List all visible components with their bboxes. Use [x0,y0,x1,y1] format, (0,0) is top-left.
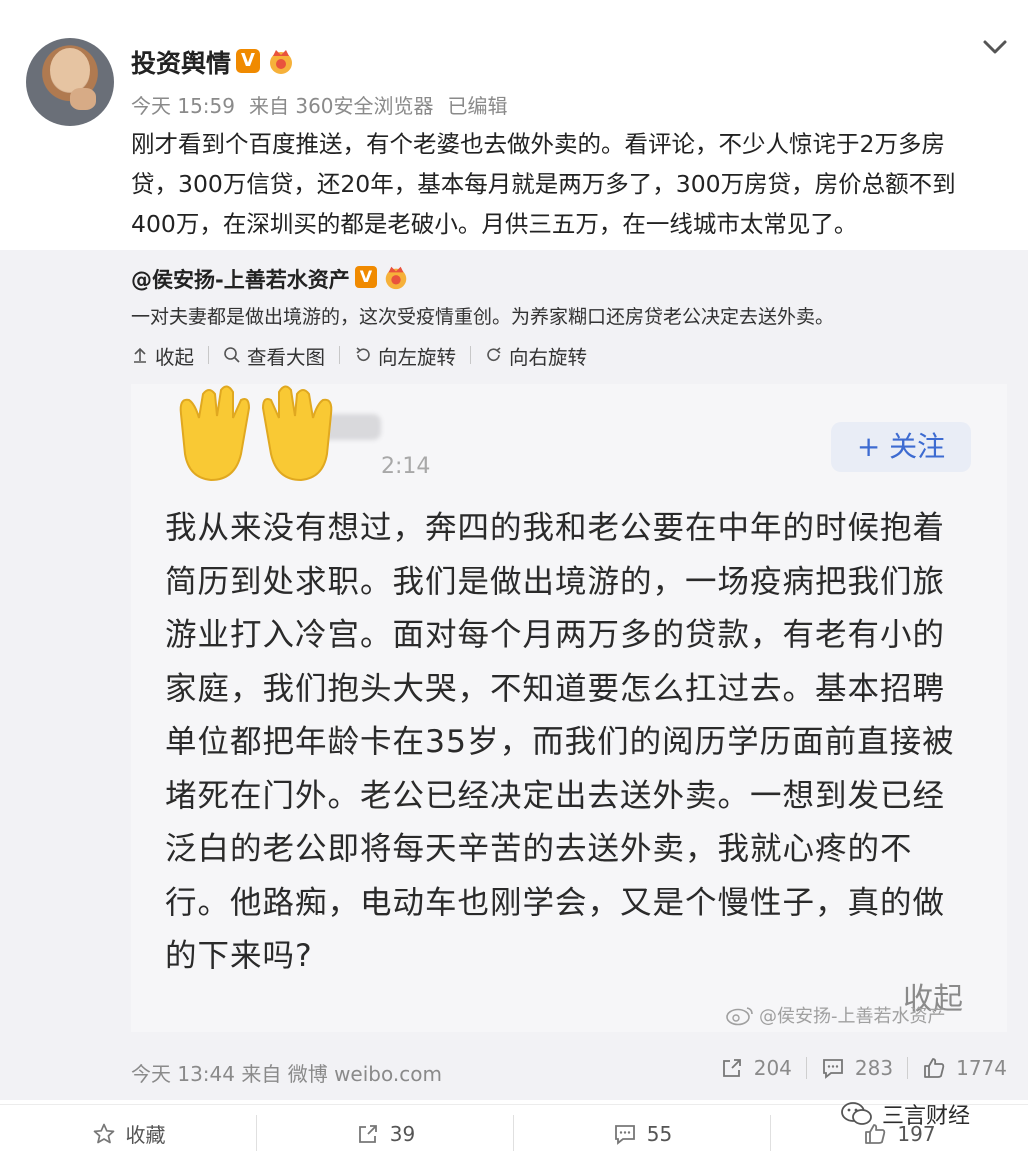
favorite-button[interactable]: 收藏 [0,1105,257,1162]
view-large-button[interactable]: 查看大图 [223,341,325,370]
crown-icon [385,266,407,290]
follow-button: + 关注 [831,422,971,472]
collapse-button[interactable]: 收起 [131,341,194,370]
repost-footer: 今天 13:44 来自 微博 weibo.com 204 283 1774 [131,1056,1007,1086]
repost-share-button[interactable]: 204 [720,1056,792,1080]
repost-meta: 今天 13:44 来自 微博 weibo.com [131,1058,442,1087]
collapse-icon [134,347,146,363]
repost-username[interactable]: @侯安扬-上善若水资产 [131,264,350,294]
search-icon [224,347,240,363]
thumbs-up-icon [924,1058,945,1078]
wechat-logo-icon [841,1102,872,1125]
share-icon [722,1059,741,1077]
post-edited[interactable]: 已编辑 [448,94,508,118]
image-toolbar: 收起 查看大图 向左旋转 向右旋转 [131,341,587,370]
share-icon [358,1124,377,1143]
comment-icon [614,1124,635,1145]
repost-card: @侯安扬-上善若水资产 V 一对夫妻都是做出境游的，这次受疫情重创。为养家糊口还… [0,250,1028,1100]
post-username[interactable]: 投资舆情 [131,44,231,80]
post-source: 来自 360安全浏览器 [249,94,434,118]
repost-comment-button[interactable]: 283 [821,1056,893,1080]
rotate-left-button[interactable]: 向左旋转 [354,341,456,370]
image-time: 2:14 [381,454,431,479]
weibo-logo-icon [726,1007,753,1026]
post-text: 刚才看到个百度推送，有个老婆也去做外卖的。看评论，不少人惊诧于2万多房贷，300… [131,130,956,238]
repost-image[interactable]: 2:14 + 关注 我从来没有想过，奔四的我和老公要在中年的时候抱着简历到处求职… [131,384,1007,1032]
comment-icon [823,1059,843,1079]
chevron-down-icon[interactable] [978,30,1012,64]
wechat-watermark: 三言财经 [840,1098,970,1130]
image-watermark: @侯安扬-上善若水资产 [725,1002,946,1028]
comment-button[interactable]: 55 [514,1105,771,1162]
avatar[interactable] [26,38,114,126]
verified-badge-icon: V [355,266,377,288]
rotate-right-button[interactable]: 向右旋转 [485,341,587,370]
repost-source: 来自 微博 weibo.com [241,1062,442,1086]
repost-button[interactable]: 39 [257,1105,514,1162]
rotate-left-icon [356,347,370,361]
rotate-right-icon [487,347,501,361]
repost-time[interactable]: 今天 13:44 [131,1062,235,1086]
repost-like-button[interactable]: 1774 [922,1056,1007,1080]
repost-text: 一对夫妻都是做出境游的，这次受疫情重创。为养家糊口还房贷老公决定去送外卖。 [131,306,835,328]
repost-stats: 204 283 1774 [720,1056,1007,1080]
image-body-text: 我从来没有想过，奔四的我和老公要在中年的时候抱着简历到处求职。我们是做出境游的，… [165,510,955,974]
post-meta: 今天 15:59 来自 360安全浏览器 已编辑 [131,90,522,119]
post-time[interactable]: 今天 15:59 [131,94,235,118]
star-icon [93,1123,114,1143]
verified-badge-icon: V [236,49,260,73]
crown-icon [270,50,292,74]
raised-hands-emoji-icon [179,385,333,482]
